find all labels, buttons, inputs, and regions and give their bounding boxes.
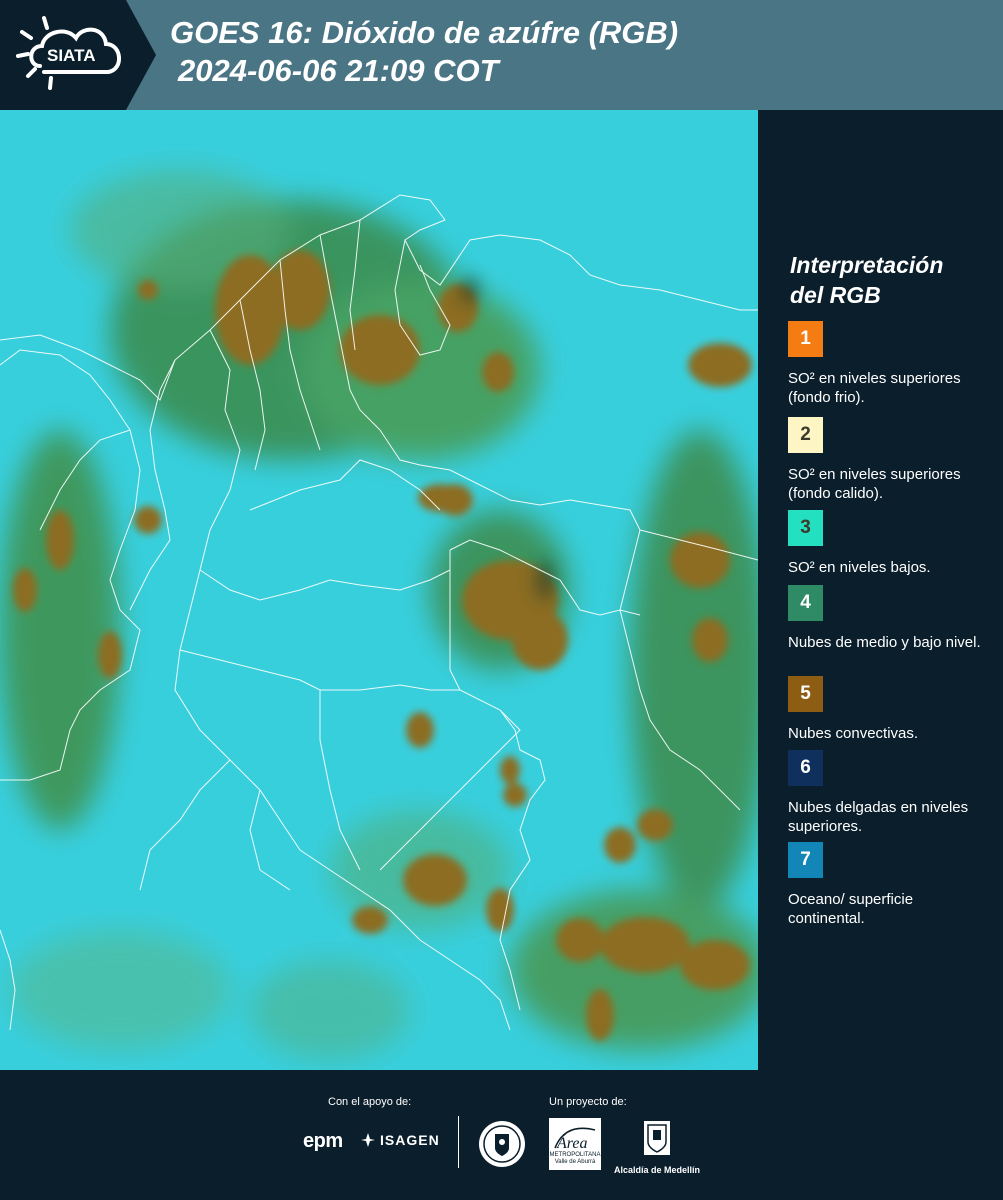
page-title: GOES 16: Dióxido de azúfre (RGB) 2024-06… [170,14,678,90]
epm-logo[interactable]: epm [303,1130,343,1153]
siata-logo[interactable]: SIATA [0,0,156,110]
header-bar: SIATA GOES 16: Dióxido de azúfre (RGB) 2… [0,0,1003,110]
isagen-logo[interactable]: ISAGEN [360,1132,440,1148]
legend-label-4: Nubes de medio y bajo nivel. [788,634,981,651]
legend-label-7: Oceano/ superficie continental. [788,891,914,927]
area-logo-text: Área [556,1133,588,1152]
alcaldia-text: Alcaldía de Medellín [613,1165,701,1175]
area-caption: METROPOLITANA Valle de Aburrá [549,1152,601,1165]
isagen-mark-icon [361,1133,375,1147]
footer-bar: Con el apoyo de: Un proyecto de: epm ISA… [0,1070,1003,1200]
legend-item-6: 6 Nubes delgadas en niveles superiores. [788,750,993,836]
legend-item-1: 1 SO² en niveles superiores (fondo frio)… [788,321,993,407]
legend-swatch-5: 5 [788,676,823,712]
title-line-1: GOES 16: Dióxido de azúfre (RGB) [170,15,679,50]
alcaldia-logo[interactable]: Alcaldía de Medellín [612,1120,702,1175]
alcaldia-shield-icon [644,1121,670,1155]
legend-swatch-6: 6 [788,750,823,786]
isagen-logo-text: ISAGEN [380,1132,440,1148]
legend-label-3: SO² en niveles bajos. [788,559,931,576]
legend-item-2: 2 SO² en niveles superiores (fondo calid… [788,417,993,509]
legend-swatch-3: 3 [788,510,823,546]
legend-label-1: SO² en niveles superiores (fondo frio). [788,370,961,406]
legend-swatch-2: 2 [788,417,823,453]
siata-logo-text: SIATA [47,46,95,65]
footer-divider [458,1116,459,1168]
legend-item-7: 7 Oceano/ superficie continental. [788,842,993,928]
legend-item-4: 4 Nubes de medio y bajo nivel. [788,585,993,652]
legend-swatch-4: 4 [788,585,823,621]
legend-panel: Interpretación del RGB 1 SO² en niveles … [758,110,1003,1070]
title-line-2: 2024-06-06 21:09 COT [178,53,499,88]
project-label: Un proyecto de: [549,1096,627,1108]
legend-item-5: 5 Nubes convectivas. [788,676,993,743]
support-label: Con el apoyo de: [328,1096,412,1108]
legend-label-2: SO² en niveles superiores (fondo calido)… [788,466,961,502]
legend-swatch-1: 1 [788,321,823,357]
legend-swatch-7: 7 [788,842,823,878]
satellite-image[interactable] [0,110,758,1070]
legend-title-line-1: Interpretación [790,252,944,278]
legend-title: Interpretación del RGB [790,250,943,310]
legend-item-3: 3 SO² en niveles bajos. [788,510,993,577]
medellin-seal-icon[interactable] [478,1120,526,1173]
legend-title-line-2: del RGB [790,282,881,308]
legend-label-5: Nubes convectivas. [788,725,919,742]
legend-label-6: Nubes delgadas en niveles superiores. [788,799,969,835]
